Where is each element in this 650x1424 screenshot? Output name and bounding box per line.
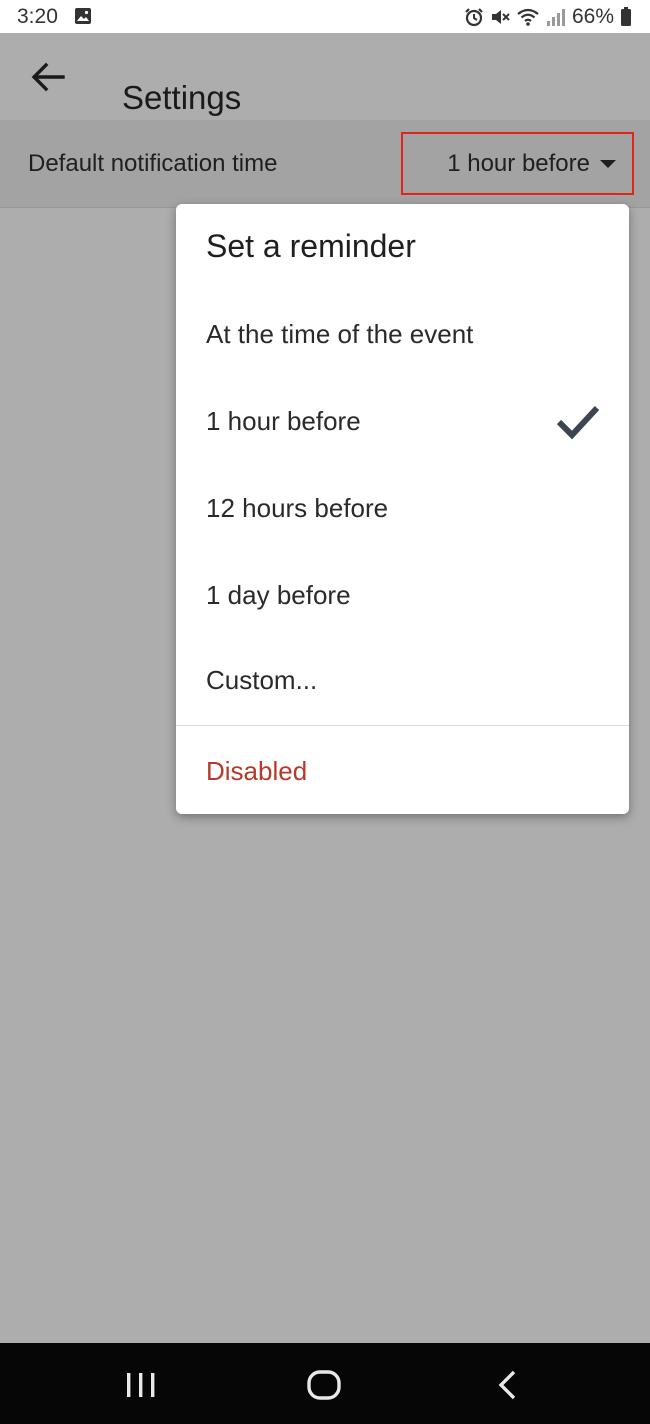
alarm-icon	[465, 8, 483, 27]
status-time: 3:20	[17, 5, 58, 28]
mute-icon	[491, 10, 510, 24]
option-custom[interactable]: Custom...	[176, 645, 629, 717]
recents-icon[interactable]	[124, 1371, 158, 1399]
wifi-icon	[517, 8, 539, 26]
arrow-left-icon	[31, 62, 65, 92]
option-1-hour-before[interactable]: 1 hour before	[176, 386, 629, 458]
option-12-hours-before[interactable]: 12 hours before	[176, 473, 629, 545]
gallery-icon	[75, 8, 91, 24]
status-icons: 66%	[464, 4, 632, 30]
option-label: At the time of the event	[206, 319, 474, 349]
option-label: 1 hour before	[206, 406, 361, 436]
caret-down-icon	[600, 159, 616, 168]
navigation-bar	[0, 1343, 650, 1424]
popup-divider	[176, 725, 629, 726]
signal-icon	[546, 9, 565, 26]
option-at-time-of-event[interactable]: At the time of the event	[176, 299, 629, 371]
reminder-popup: Set a reminder At the time of the event …	[176, 204, 629, 814]
notification-time-dropdown[interactable]: 1 hour before	[401, 132, 634, 195]
back-button[interactable]	[26, 55, 70, 99]
option-label: 1 day before	[206, 580, 351, 610]
option-disabled[interactable]: Disabled	[176, 734, 629, 806]
option-1-day-before[interactable]: 1 day before	[176, 560, 629, 632]
page-title: Settings	[122, 79, 242, 117]
battery-percent: 66%	[571, 5, 614, 28]
option-label: Custom...	[206, 665, 318, 695]
status-bar: 3:20 66%	[0, 0, 650, 33]
option-label: 12 hours before	[206, 493, 389, 523]
popup-title: Set a reminder	[206, 228, 416, 264]
checkmark-icon	[556, 405, 600, 440]
setting-label: Default notification time	[28, 150, 278, 177]
home-icon[interactable]	[306, 1367, 342, 1403]
dropdown-value: 1 hour before	[447, 149, 590, 177]
setting-row-default-notification: Default notification time 1 hour before	[0, 120, 650, 208]
app-bar: Settings	[0, 33, 650, 120]
battery-icon	[621, 7, 631, 26]
back-icon[interactable]	[492, 1369, 522, 1401]
disabled-label: Disabled	[206, 756, 308, 786]
